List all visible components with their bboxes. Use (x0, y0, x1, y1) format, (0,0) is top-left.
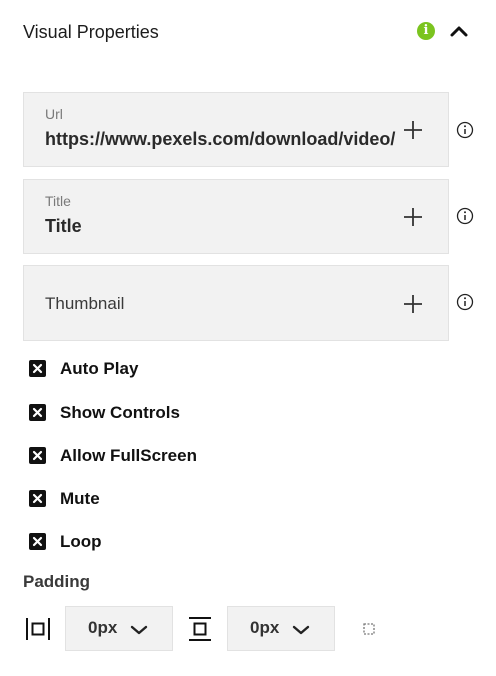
individual-padding-icon[interactable] (356, 616, 382, 642)
title-value[interactable]: Title (45, 216, 397, 237)
url-field[interactable]: Url https://www.pexels.com/download/vide… (23, 92, 449, 167)
add-url-icon[interactable] (402, 119, 424, 141)
checkbox-x-icon[interactable] (29, 533, 46, 550)
horizontal-padding-value: 0px (88, 618, 118, 637)
url-info-icon[interactable] (456, 121, 474, 139)
chevron-up-icon[interactable] (447, 20, 471, 44)
title-label: Title (45, 193, 71, 209)
title-field[interactable]: Title Title (23, 179, 449, 254)
url-label: Url (45, 106, 63, 122)
chevron-down-icon (130, 625, 148, 635)
option-label: Mute (60, 489, 100, 508)
thumbnail-info-icon[interactable] (456, 293, 474, 311)
chevron-down-icon (292, 625, 310, 635)
info-icon[interactable]: i (417, 22, 435, 40)
vertical-padding-icon (189, 617, 211, 641)
horizontal-padding-icon (26, 618, 50, 640)
checkbox-x-icon[interactable] (29, 447, 46, 464)
option-label: Loop (60, 532, 102, 551)
checkbox-x-icon[interactable] (29, 404, 46, 421)
vertical-padding-select[interactable]: 0px (227, 606, 335, 651)
option-label: Show Controls (60, 403, 180, 422)
checkbox-x-icon[interactable] (29, 360, 46, 377)
section-header: Visual Properties i (23, 18, 473, 48)
add-title-icon[interactable] (402, 206, 424, 228)
checkbox-x-icon[interactable] (29, 490, 46, 507)
add-thumbnail-icon[interactable] (402, 293, 424, 315)
option-label: Auto Play (60, 359, 139, 378)
thumbnail-placeholder: Thumbnail (45, 294, 125, 313)
url-value[interactable]: https://www.pexels.com/download/video/ (45, 129, 397, 150)
thumbnail-field[interactable]: Thumbnail (23, 265, 449, 341)
padding-label: Padding (23, 572, 91, 591)
vertical-padding-value: 0px (250, 618, 280, 637)
section-title: Visual Properties (23, 22, 159, 42)
horizontal-padding-select[interactable]: 0px (65, 606, 173, 651)
title-info-icon[interactable] (456, 207, 474, 225)
option-label: Allow FullScreen (60, 446, 197, 465)
